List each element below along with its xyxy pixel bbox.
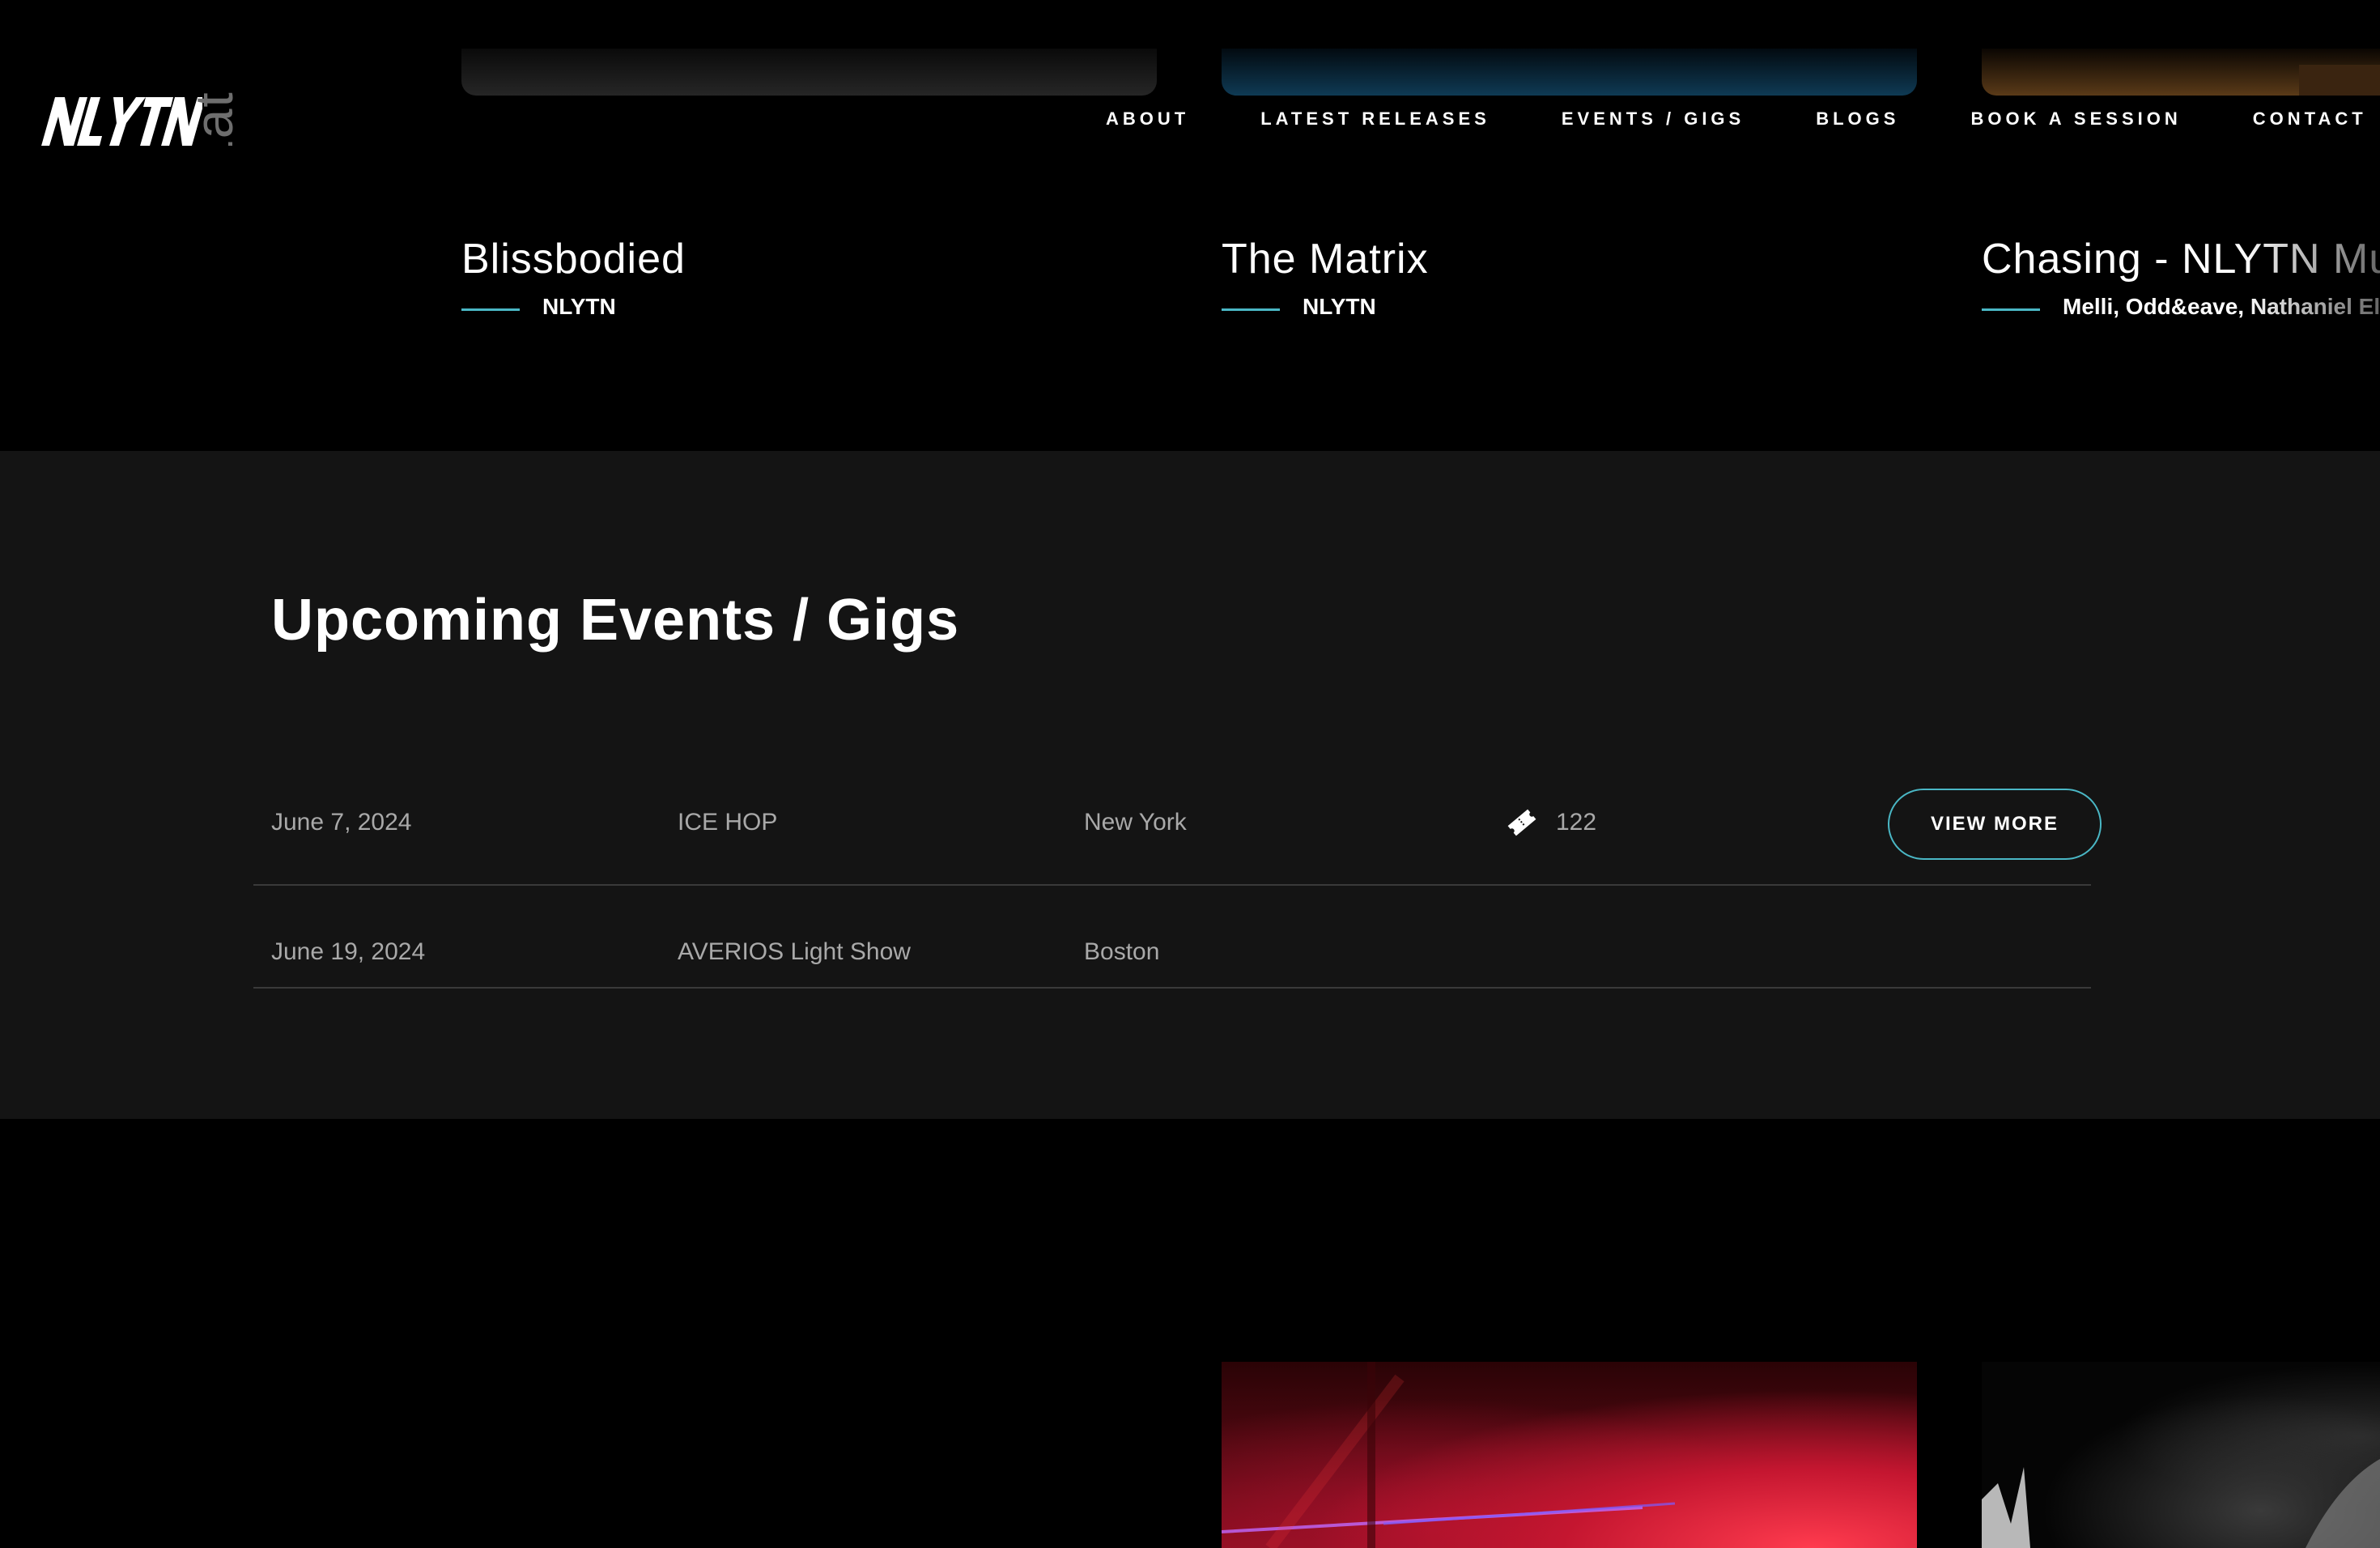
view-more-button[interactable]: VIEW MORE [1888, 789, 2102, 860]
release-artist[interactable]: NLYTN [1303, 294, 1376, 320]
release-card-image-chasing[interactable] [1982, 49, 2380, 96]
main-navigation: ABOUT LATEST RELEASES EVENTS / GIGS BLOG… [1106, 108, 2367, 130]
artist-divider [1982, 308, 2040, 311]
artist-divider [461, 308, 520, 311]
nav-book-a-session[interactable]: BOOK A SESSION [1970, 108, 2181, 130]
ticket-icon [1507, 809, 1536, 836]
concert-photo-bw[interactable] [1982, 1362, 2380, 1548]
nav-contact[interactable]: CONTACT [2253, 108, 2367, 130]
nav-latest-releases[interactable]: LATEST RELEASES [1260, 108, 1490, 130]
artist-divider [1222, 308, 1280, 311]
event-date: June 7, 2024 [271, 809, 412, 836]
nav-events-gigs[interactable]: EVENTS / GIGS [1562, 108, 1745, 130]
events-title: Upcoming Events / Gigs [271, 588, 960, 653]
vertical-section-label: Lat [184, 91, 240, 146]
release-artist[interactable]: NLYTN [542, 294, 616, 320]
nav-blogs[interactable]: BLOGS [1816, 108, 1899, 130]
release-card-image-the-matrix[interactable] [1222, 49, 1917, 96]
nav-about[interactable]: ABOUT [1106, 108, 1189, 130]
carousel-fade-overlay [2242, 227, 2380, 340]
row-divider [253, 987, 2091, 989]
event-date: June 19, 2024 [271, 938, 426, 965]
concert-photo-red[interactable] [1222, 1362, 1917, 1548]
release-title[interactable]: Blissbodied [461, 235, 686, 283]
events-section [0, 451, 2380, 1119]
event-name: AVERIOS Light Show [678, 938, 911, 965]
event-city: New York [1084, 809, 1187, 836]
release-card-image-blissbodied[interactable] [461, 49, 1157, 96]
event-name: ICE HOP [678, 809, 778, 836]
ticket-count: 122 [1556, 809, 1597, 836]
release-title[interactable]: The Matrix [1222, 235, 1429, 283]
event-city: Boston [1084, 938, 1160, 965]
nlytn-logo[interactable] [39, 91, 202, 152]
row-divider [253, 884, 2091, 886]
